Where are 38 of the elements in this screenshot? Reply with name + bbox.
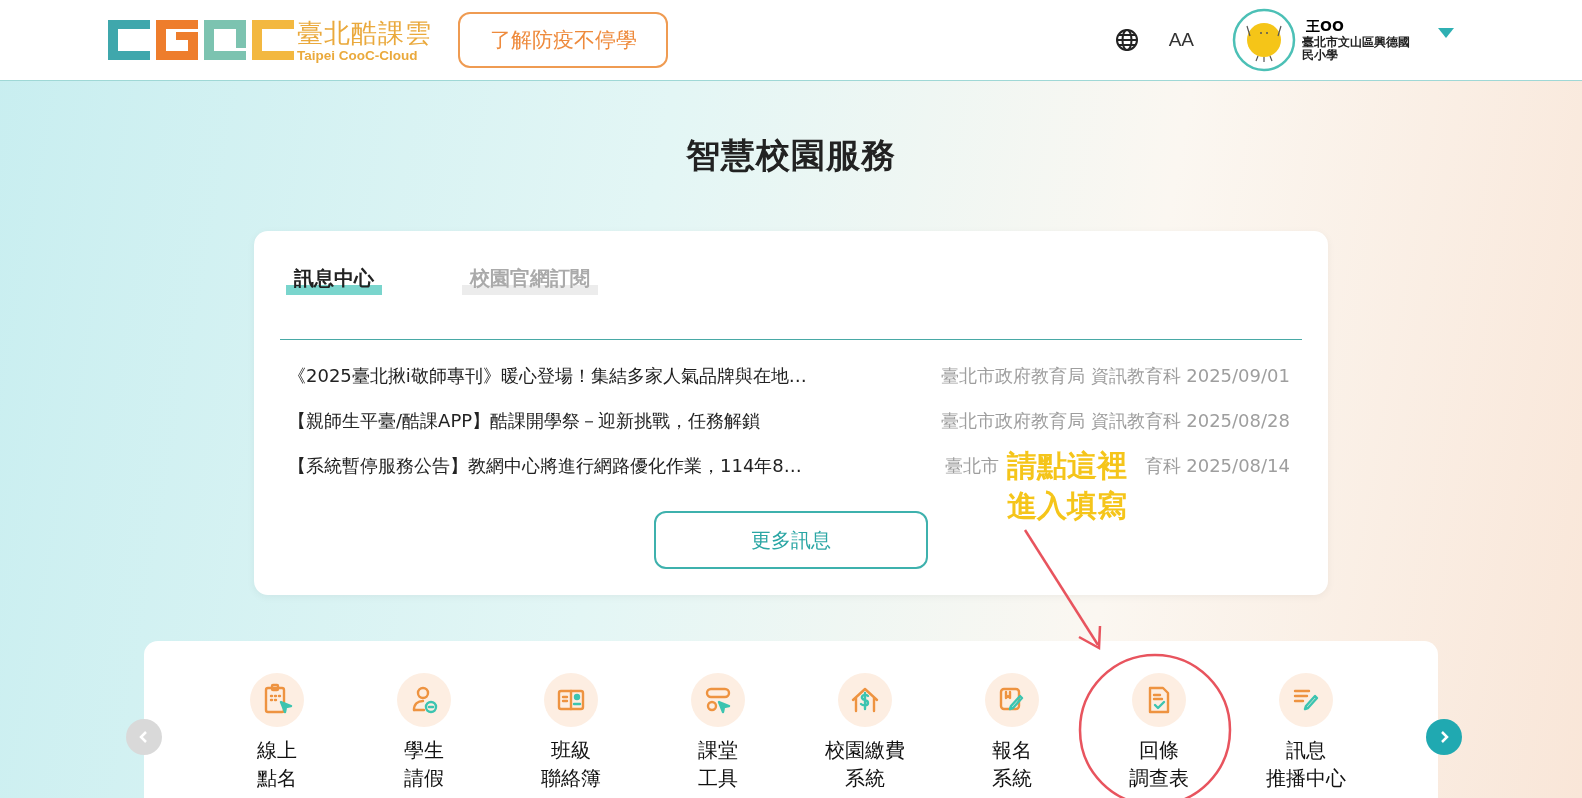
service-label[interactable]: 學生 請假 bbox=[403, 736, 444, 792]
service-label[interactable]: 線上 點名 bbox=[256, 736, 297, 792]
service-label[interactable]: 回條 調查表 bbox=[1128, 736, 1189, 792]
user-name: 王OO bbox=[1306, 18, 1345, 36]
avatar-icon[interactable] bbox=[1232, 8, 1296, 72]
service-label[interactable]: 班級 聯絡簿 bbox=[540, 736, 601, 792]
globe-icon[interactable] bbox=[1114, 28, 1139, 52]
news-source: 臺北市 bbox=[944, 453, 999, 478]
news-title[interactable]: 【系統暫停服務公告】教網中心將進行網路優化作業，114年8… bbox=[288, 453, 802, 478]
news-title[interactable]: 《2025臺北揪i敬師專刊》暖心登場！集結多家人氣品牌與在地… bbox=[288, 363, 807, 388]
user-school: 臺北市文山區興德國民小學 bbox=[1302, 36, 1411, 62]
logo-icon bbox=[108, 18, 294, 62]
house-dollar-icon[interactable] bbox=[836, 672, 893, 728]
form-pencil-icon[interactable] bbox=[983, 672, 1040, 728]
annotation-text: 請點這裡 進入填寫 bbox=[1006, 446, 1127, 525]
logo-subtitle: Taipei CooC-Cloud bbox=[297, 47, 419, 63]
font-size-button[interactable]: AA bbox=[1168, 29, 1194, 51]
news-source: 育科 2025/08/14 bbox=[1144, 453, 1290, 478]
chevron-left-icon bbox=[138, 730, 150, 744]
user-minus-icon[interactable] bbox=[395, 672, 452, 728]
news-source: 臺北市政府教育局 資訊教育科 2025/08/28 bbox=[940, 408, 1290, 433]
contact-card-icon[interactable] bbox=[542, 672, 599, 728]
caret-icon[interactable] bbox=[1438, 28, 1454, 38]
page-title: 智慧校園服務 bbox=[686, 134, 896, 177]
service-label[interactable]: 校園繳費 系統 bbox=[824, 736, 905, 792]
document-check-icon[interactable] bbox=[1130, 672, 1187, 728]
news-title[interactable]: 【親師生平臺/酷課APP】酷課開學祭－迎新挑戰，任務解鎖 bbox=[288, 408, 761, 433]
list-pencil-icon[interactable] bbox=[1277, 672, 1334, 728]
news-source: 臺北市政府教育局 資訊教育科 2025/09/01 bbox=[940, 363, 1290, 388]
toolbox-icon[interactable] bbox=[689, 672, 746, 728]
clipboard-icon[interactable] bbox=[248, 672, 305, 728]
service-label[interactable]: 訊息 推播中心 bbox=[1265, 736, 1346, 792]
logo-title: 臺北酷課雲 bbox=[297, 17, 432, 48]
service-label[interactable]: 報名 系統 bbox=[991, 736, 1032, 792]
chevron-right-icon bbox=[1438, 730, 1450, 744]
service-label[interactable]: 課堂 工具 bbox=[697, 736, 738, 792]
next-button[interactable] bbox=[1426, 719, 1462, 755]
previous-button[interactable] bbox=[126, 719, 162, 755]
